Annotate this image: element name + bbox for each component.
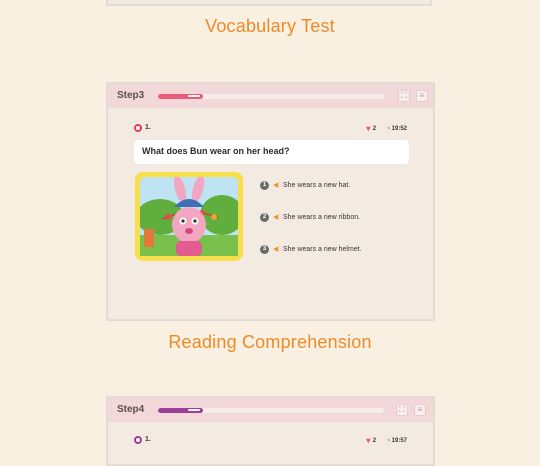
menu-button[interactable]: ≡ — [414, 404, 426, 416]
progress-fill — [158, 408, 204, 413]
heart-icon: ♥ — [366, 124, 371, 133]
timer-icon: ◔ — [385, 124, 391, 133]
progress-bar — [158, 94, 384, 99]
question-meta-row: 1. ♥ 2 ◔19:52 — [134, 124, 407, 134]
fullscreen-icon: ⛶ — [399, 405, 405, 414]
fullscreen-icon: ⛶ — [401, 91, 407, 100]
menu-icon: ≡ — [417, 405, 423, 414]
heart-icon: ♥ — [366, 436, 371, 445]
question-number: 1. — [145, 436, 151, 443]
stats: ♥ 2 ◔19:57 — [366, 436, 407, 445]
option-text: She wears a new hat. — [283, 182, 351, 189]
option-number: 3 — [260, 245, 269, 254]
speaker-icon[interactable]: ◀ — [273, 245, 278, 253]
vocabulary-test-heading: Vocabulary Test — [205, 16, 335, 36]
timer-value: 19:52 — [391, 125, 407, 132]
question-meta-row: 1. ♥ 2 ◔19:57 — [134, 436, 407, 446]
reading-comprehension-heading: Reading Comprehension — [168, 332, 372, 352]
fullscreen-button[interactable]: ⛶ — [396, 404, 408, 416]
step4-header: Step4 ⛶ ≡ — [108, 398, 433, 422]
question-marker-icon — [134, 124, 142, 132]
progress-fill — [158, 94, 204, 99]
option-text: She wears a new helmet. — [283, 246, 362, 253]
question-number: 1. — [145, 124, 151, 131]
step4-panel: Step4 ⛶ ≡ 1. ♥ 2 ◔19:57 — [106, 396, 435, 466]
option-number: 1 — [260, 181, 269, 190]
previous-panel-bottom-edge — [106, 0, 432, 6]
story-picture — [135, 172, 243, 261]
question-text: What does Bun wear on her head? — [134, 140, 409, 164]
option-number: 2 — [260, 213, 269, 222]
menu-button[interactable]: ≡ — [416, 90, 428, 102]
hearts-count: 2 — [372, 125, 377, 132]
hearts-count: 2 — [372, 437, 377, 444]
speaker-icon[interactable]: ◀ — [273, 181, 278, 189]
question-marker-icon — [134, 436, 142, 444]
timer-icon: ◔ — [385, 436, 391, 445]
step-label: Step4 — [117, 404, 145, 415]
bunny-illustration — [140, 177, 238, 256]
stats: ♥ 2 ◔19:52 — [366, 124, 407, 133]
fullscreen-button[interactable]: ⛶ — [398, 90, 410, 102]
timer-value: 19:57 — [391, 437, 407, 444]
step3-panel: Step3 ⛶ ≡ 1. ♥ 2 ◔19:52 What does Bun wea… — [106, 82, 435, 321]
speaker-icon[interactable]: ◀ — [273, 213, 278, 221]
menu-icon: ≡ — [419, 91, 425, 100]
step-label: Step3 — [117, 90, 145, 101]
step3-header: Step3 ⛶ ≡ — [108, 84, 433, 108]
option-text: She wears a new ribbon. — [283, 214, 361, 221]
progress-bar — [158, 408, 384, 413]
